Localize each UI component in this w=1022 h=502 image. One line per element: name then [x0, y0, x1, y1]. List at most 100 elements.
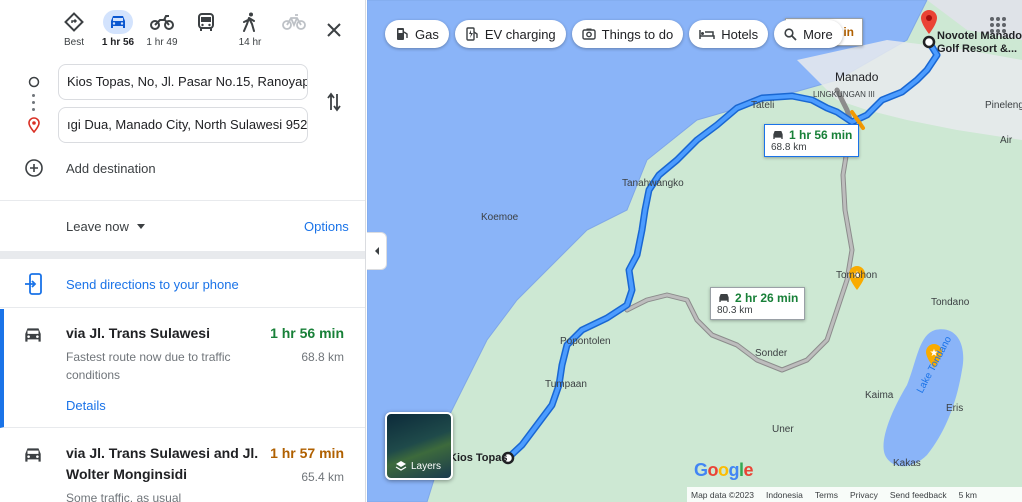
- place-label: Tateli: [751, 100, 775, 111]
- chevron-left-icon: [374, 247, 379, 255]
- send-to-phone-row[interactable]: Send directions to your phone: [0, 260, 365, 308]
- chip-things-to-do[interactable]: Things to do: [571, 20, 684, 48]
- close-icon: [327, 23, 341, 37]
- map-data-label: Map data ©2023: [691, 489, 754, 500]
- route-time: 1 hr 57 min: [270, 445, 344, 461]
- terms-link[interactable]: Terms: [815, 490, 838, 500]
- place-label: Tanahwangko: [622, 178, 684, 189]
- app-root: Best 1 hr 56 1 hr 49 14 hr Kios Topas, N…: [0, 0, 1022, 502]
- mode-driving[interactable]: 1 hr 56: [96, 10, 140, 54]
- place-label: Air: [1000, 135, 1013, 146]
- car-icon: [22, 325, 44, 350]
- privacy-link[interactable]: Privacy: [850, 490, 878, 500]
- car-icon: [773, 131, 783, 139]
- mode-best[interactable]: Best: [52, 10, 96, 54]
- mode-motorcycle[interactable]: 1 hr 49: [140, 10, 184, 54]
- route-name: via Jl. Trans Sulawesi and Jl. Wolter Mo…: [66, 445, 259, 482]
- chip-more-label: More: [803, 26, 833, 42]
- place-label: Pineleng: [985, 100, 1022, 111]
- swap-button[interactable]: [322, 90, 346, 114]
- destination-input[interactable]: ıgi Dua, Manado City, North Sulawesi 952: [58, 107, 308, 143]
- region-link[interactable]: Indonesia: [766, 490, 803, 500]
- place-label: Tomohon: [836, 270, 878, 281]
- layers-icon: [395, 461, 407, 471]
- layers-button[interactable]: Layers: [385, 412, 453, 480]
- leave-now-dropdown[interactable]: Leave now: [66, 219, 145, 234]
- route-description: Fastest route now due to traffic conditi…: [66, 350, 231, 382]
- route-callout-main[interactable]: 1 hr 56 min 68.8 km: [764, 124, 860, 157]
- chip-hotels-label: Hotels: [721, 26, 759, 42]
- destination-place-label: Novotel Manado Golf Resort &...: [937, 30, 1022, 55]
- route-option-2[interactable]: via Jl. Trans Sulawesi and Jl. Wolter Mo…: [0, 429, 365, 502]
- travel-mode-bar: Best 1 hr 56 1 hr 49 14 hr: [52, 10, 316, 54]
- route-option-1[interactable]: via Jl. Trans Sulawesi 1 hr 56 min 68.8 …: [0, 309, 365, 428]
- origin-input[interactable]: Kios Topas, No, Jl. Pasar No.15, Ranoyap…: [58, 64, 308, 100]
- add-destination-button[interactable]: Add destination: [24, 156, 156, 180]
- place-label: Tondano: [931, 297, 970, 308]
- gas-pump-icon: [397, 28, 408, 40]
- bicycle-icon: [279, 10, 309, 34]
- mode-best-label: Best: [63, 37, 84, 48]
- ev-charging-icon: [466, 27, 478, 41]
- callout-distance: 80.3 km: [717, 305, 753, 316]
- directions-panel: Best 1 hr 56 1 hr 49 14 hr Kios Topas, N…: [0, 0, 366, 502]
- walk-icon: [235, 10, 265, 34]
- chip-more[interactable]: More: [774, 20, 843, 48]
- mode-driving-label: 1 hr 56: [101, 37, 135, 48]
- chip-gas-label: Gas: [415, 26, 439, 42]
- send-feedback-link[interactable]: Send feedback: [890, 490, 947, 500]
- car-icon: [719, 294, 729, 302]
- mode-walking-label: 14 hr: [238, 37, 262, 48]
- phone-send-icon: [24, 273, 44, 300]
- bed-icon: [699, 30, 715, 39]
- map-background: ★ ★: [367, 0, 1022, 502]
- route-distance: 65.4 km: [301, 470, 344, 484]
- route-details-link[interactable]: Details: [66, 398, 106, 413]
- route-description: Some traffic, as usual: [66, 491, 182, 502]
- car-icon: [103, 10, 133, 34]
- place-label: Koemoe: [481, 212, 519, 223]
- origin-circle-icon: [26, 74, 42, 90]
- car-icon: [22, 445, 44, 470]
- place-label: Tumpaan: [545, 379, 587, 390]
- destination-row: ıgi Dua, Manado City, North Sulawesi 952: [0, 107, 365, 143]
- route-distance: 68.8 km: [301, 350, 344, 364]
- map-filter-chips: Gas EV charging Things to do Hotels More: [385, 20, 843, 48]
- bus-icon: [191, 10, 221, 34]
- mode-walking[interactable]: 14 hr: [228, 10, 272, 54]
- collapse-panel-button[interactable]: [367, 232, 387, 270]
- apps-grid-icon[interactable]: [989, 16, 1007, 39]
- route-time: 1 hr 56 min: [270, 325, 344, 341]
- origin-row: Kios Topas, No, Jl. Pasar No.15, Ranoyap…: [0, 64, 365, 100]
- layers-label: Layers: [411, 460, 442, 472]
- mode-motorcycle-label: 1 hr 49: [146, 37, 178, 48]
- callout-time: 1 hr 56 min: [789, 128, 853, 142]
- motorcycle-icon: [147, 10, 177, 34]
- chip-ev-charging[interactable]: EV charging: [454, 20, 566, 48]
- route-name: via Jl. Trans Sulawesi: [66, 325, 210, 341]
- mode-cycling[interactable]: [272, 10, 316, 54]
- place-label: Kaima: [865, 390, 894, 401]
- callout-distance: 68.8 km: [771, 142, 807, 153]
- google-logo: Google: [694, 460, 754, 480]
- place-label: LINGKUNGAN III: [813, 90, 875, 99]
- options-link[interactable]: Options: [304, 219, 349, 234]
- chip-ev-label: EV charging: [484, 26, 556, 42]
- chip-things-label: Things to do: [601, 26, 674, 42]
- route-callout-alt[interactable]: 2 hr 26 min 80.3 km: [710, 287, 806, 320]
- send-to-phone-label: Send directions to your phone: [66, 277, 239, 292]
- close-directions-button[interactable]: [322, 18, 346, 42]
- divider: [0, 200, 365, 201]
- chip-gas[interactable]: Gas: [385, 20, 449, 48]
- map-canvas[interactable]: ★ ★ Manado LINGKUNGAN III Tateli Tanahwa…: [367, 0, 1022, 502]
- scale-label[interactable]: 5 km: [959, 490, 977, 500]
- destination-pin-icon: [26, 117, 42, 133]
- chip-hotels[interactable]: Hotels: [689, 20, 769, 48]
- mode-transit[interactable]: [184, 10, 228, 54]
- callout-time: 2 hr 26 min: [735, 291, 799, 305]
- add-circle-icon: [25, 159, 43, 177]
- place-label: Uner: [772, 424, 794, 435]
- dropdown-caret-icon: [136, 224, 145, 229]
- section-divider: [0, 251, 365, 259]
- place-label: Eris: [946, 403, 964, 414]
